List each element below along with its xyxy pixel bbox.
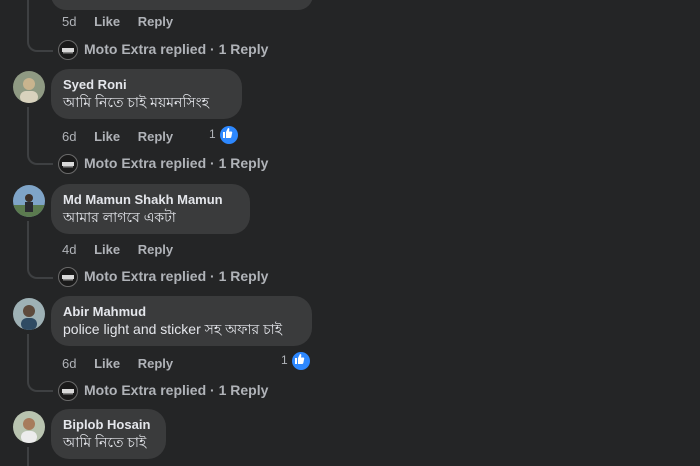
comment-text: আমি নিতে চাই ময়মনসিংহ (63, 94, 209, 110)
reply-summary: Moto Extra replied · 1 Reply (84, 155, 269, 171)
reply-button[interactable]: Reply (138, 356, 173, 371)
thread-line (27, 107, 29, 149)
comment-bubble-partial (51, 0, 313, 10)
moto-extra-logo-icon (58, 267, 78, 288)
moto-extra-logo-icon (58, 381, 78, 402)
avatar[interactable] (13, 411, 45, 443)
reply-summary: Moto Extra replied · 1 Reply (84, 41, 269, 57)
comment-actions: 6d Like Reply (62, 355, 187, 373)
reply-button[interactable]: Reply (138, 129, 173, 144)
reply-summary: Moto Extra replied · 1 Reply (84, 382, 269, 398)
thread-line (27, 0, 29, 36)
comment-author[interactable]: Syed Roni (63, 77, 230, 93)
view-replies-link[interactable]: Moto Extra replied · 1 Reply (58, 265, 269, 288)
view-replies-link[interactable]: Moto Extra replied · 1 Reply (58, 379, 269, 402)
comment-actions: 6d Like Reply (62, 128, 187, 146)
thread-line (27, 221, 29, 263)
comment-text: police light and sticker সহ অফার চাই (63, 321, 283, 337)
reaction-count[interactable]: 1 (209, 124, 240, 146)
comment-age: 6d (62, 129, 77, 144)
reply-connector (27, 376, 53, 392)
comment-actions: 5d Like Reply (62, 13, 187, 31)
like-button[interactable]: Like (94, 242, 120, 257)
reply-summary: Moto Extra replied · 1 Reply (84, 268, 269, 284)
comment-author[interactable]: Abir Mahmud (63, 304, 300, 320)
comment-bubble: Biplob Hosain আমি নিতে চাই (51, 409, 166, 459)
comment-text: আমি নিতে চাই (63, 434, 147, 450)
comment-author[interactable]: Biplob Hosain (63, 417, 154, 433)
like-button[interactable]: Like (94, 14, 120, 29)
avatar[interactable] (13, 185, 45, 217)
comment-bubble: Syed Roni আমি নিতে চাই ময়মনসিংহ (51, 69, 242, 119)
reaction-count-value: 1 (281, 353, 288, 368)
avatar[interactable] (13, 71, 45, 103)
view-replies-link[interactable]: Moto Extra replied · 1 Reply (58, 38, 269, 61)
comment-bubble: Md Mamun Shakh Mamun আমার লাগবে একটা (51, 184, 250, 234)
reply-connector (27, 149, 53, 165)
reply-button[interactable]: Reply (138, 242, 173, 257)
thumbs-up-icon (289, 350, 312, 372)
reply-button[interactable]: Reply (138, 14, 173, 29)
comment-age: 6d (62, 356, 77, 371)
reaction-count-value: 1 (209, 127, 216, 142)
reply-connector (27, 36, 53, 52)
like-button[interactable]: Like (94, 129, 120, 144)
thread-line (27, 334, 29, 376)
comment-age: 4d (62, 242, 77, 257)
reaction-count[interactable]: 1 (281, 350, 312, 372)
thumbs-up-icon (217, 124, 240, 146)
comment-text: আমার লাগবে একটা (63, 209, 176, 225)
comment-author[interactable]: Md Mamun Shakh Mamun (63, 192, 238, 208)
moto-extra-logo-icon (58, 40, 78, 61)
comment-bubble: Abir Mahmud police light and sticker সহ … (51, 296, 312, 346)
comment-actions: 4d Like Reply (62, 241, 187, 259)
comment-age: 5d (62, 14, 77, 29)
view-replies-link[interactable]: Moto Extra replied · 1 Reply (58, 152, 269, 175)
thread-line (27, 447, 29, 466)
reply-connector (27, 263, 53, 279)
avatar[interactable] (13, 298, 45, 330)
moto-extra-logo-icon (58, 154, 78, 175)
like-button[interactable]: Like (94, 356, 120, 371)
